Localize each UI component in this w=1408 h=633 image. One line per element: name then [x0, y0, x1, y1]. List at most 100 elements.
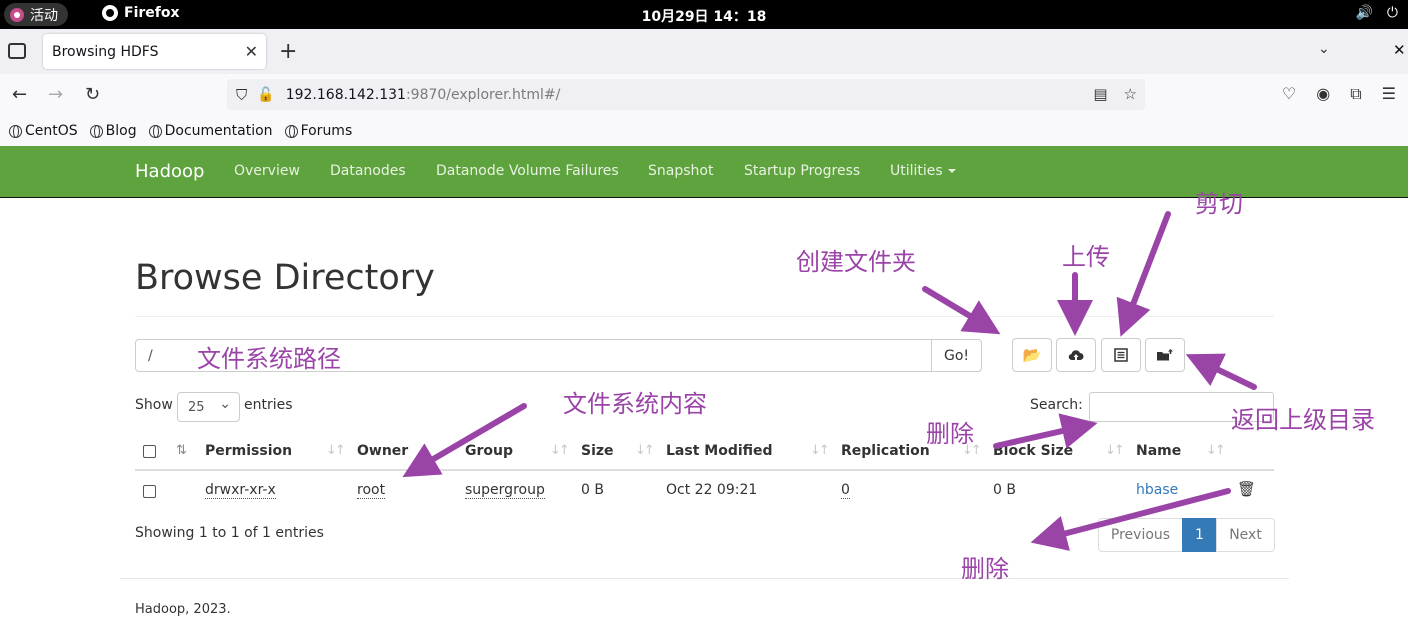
column-replication[interactable]: Replication: [841, 443, 930, 459]
globe-icon: [9, 124, 22, 138]
column-group[interactable]: Group: [465, 443, 513, 459]
cell-name-link[interactable]: hbase: [1136, 482, 1178, 498]
sort-icon[interactable]: ↓↑: [1206, 443, 1226, 458]
annotation-delete-top: 删除: [926, 420, 974, 448]
footer-text: Hadoop, 2023.: [135, 602, 231, 617]
arrow-create-folder: [922, 286, 1001, 335]
column-last-modified[interactable]: Last Modified: [666, 443, 773, 459]
column-size[interactable]: Size: [581, 443, 614, 459]
firefox-view-icon[interactable]: [8, 43, 26, 59]
annotation-create-folder: 创建文件夹: [796, 248, 916, 276]
nav-snapshot[interactable]: Snapshot: [648, 163, 713, 179]
cell-block-size: 0 B: [993, 482, 1016, 498]
pagination-page-1[interactable]: 1: [1182, 518, 1217, 552]
tab-title: Browsing HDFS: [52, 43, 159, 60]
insecure-lock-icon[interactable]: 🔓: [257, 87, 274, 103]
column-block-size[interactable]: Block Size: [993, 443, 1073, 459]
new-tab-icon[interactable]: +: [279, 39, 297, 64]
pagination-previous[interactable]: Previous: [1098, 518, 1183, 552]
entries-label: entries: [244, 397, 293, 413]
forward-icon[interactable]: →: [48, 84, 63, 105]
window-close-icon[interactable]: ✕: [1393, 41, 1406, 59]
nav-utilities-label: Utilities: [890, 163, 943, 179]
nav-datanodes[interactable]: Datanodes: [330, 163, 406, 179]
bookmark-documentation[interactable]: Documentation: [148, 123, 273, 139]
cell-replication[interactable]: 0: [841, 482, 850, 499]
account-icon[interactable]: ◉: [1316, 84, 1330, 104]
bookmark-label: Blog: [105, 123, 137, 139]
tab-close-icon[interactable]: ✕: [245, 42, 258, 61]
bookmark-label: Forums: [300, 123, 353, 139]
url-text[interactable]: 192.168.142.131:9870/explorer.html#/: [286, 87, 561, 103]
nav-overview[interactable]: Overview: [234, 163, 300, 179]
navigation-bar: ← → ↻ ⛉ 🔓 192.168.142.131:9870/explorer.…: [0, 74, 1408, 116]
cell-group[interactable]: supergroup: [465, 482, 545, 499]
bookmark-star-icon[interactable]: ☆: [1124, 85, 1137, 103]
globe-icon: [284, 124, 298, 138]
volume-icon[interactable]: 🔊: [1355, 5, 1372, 21]
column-permission[interactable]: Permission: [205, 443, 292, 459]
column-owner[interactable]: Owner: [357, 443, 408, 459]
system-clock[interactable]: 10月29日 14：18: [0, 6, 1408, 26]
back-icon[interactable]: ←: [12, 84, 27, 105]
list-tabs-chevron-icon[interactable]: ⌄: [1318, 41, 1330, 57]
power-icon[interactable]: ⏻: [1387, 5, 1398, 21]
annotation-upload: 上传: [1062, 243, 1110, 271]
globe-icon: [89, 124, 103, 138]
tab-browsing-hdfs[interactable]: Browsing HDFS ✕: [43, 34, 266, 69]
select-all-checkbox[interactable]: [143, 445, 156, 458]
reload-icon[interactable]: ↻: [85, 84, 100, 105]
sort-icon[interactable]: ↓↑: [635, 443, 655, 458]
sort-icon[interactable]: ↓↑: [810, 443, 830, 458]
table-info: Showing 1 to 1 of 1 entries: [135, 525, 324, 541]
bookmark-centos[interactable]: CentOS: [9, 123, 78, 139]
row-checkbox[interactable]: [143, 485, 156, 498]
parent-directory-button[interactable]: [1145, 338, 1185, 372]
folder-up-icon: [1157, 349, 1173, 361]
sort-icon[interactable]: ⇅: [176, 443, 187, 458]
nav-startup-progress[interactable]: Startup Progress: [744, 163, 860, 179]
system-top-bar: 活动 Firefox 10月29日 14：18 🔊 ⏻: [0, 0, 1408, 29]
url-host: 192.168.142.131: [285, 86, 406, 103]
nav-datanode-volume-failures[interactable]: Datanode Volume Failures: [436, 163, 619, 179]
annotation-cut: 剪切: [1195, 190, 1243, 218]
bookmark-blog[interactable]: Blog: [89, 123, 137, 139]
sort-icon[interactable]: ↓↑: [326, 443, 346, 458]
sort-icon[interactable]: ↓↑: [550, 443, 570, 458]
menu-icon[interactable]: ☰: [1382, 84, 1396, 104]
tab-strip: Browsing HDFS ✕ + ⌄ ✕: [0, 29, 1408, 74]
upload-button[interactable]: [1056, 338, 1096, 372]
pagination-next[interactable]: Next: [1216, 518, 1275, 552]
extensions-icon[interactable]: ⧉: [1350, 84, 1361, 104]
go-button[interactable]: Go!: [931, 339, 982, 372]
create-folder-button[interactable]: 📂: [1012, 338, 1052, 372]
url-bar[interactable]: ⛉ 🔓 192.168.142.131:9870/explorer.html#/…: [227, 79, 1145, 110]
show-label: Show: [135, 397, 173, 413]
annotation-path: 文件系统路径: [197, 345, 341, 373]
tracking-shield-icon[interactable]: ⛉: [236, 86, 247, 104]
cell-last-modified: Oct 22 09:21: [666, 482, 758, 498]
cell-size: 0 B: [581, 482, 604, 498]
arrow-cut: [1116, 211, 1171, 337]
cell-permission[interactable]: drwxr-xr-x: [205, 482, 276, 499]
system-tray[interactable]: 🔊 ⏻: [1355, 5, 1398, 21]
globe-icon: [148, 124, 162, 138]
hadoop-brand[interactable]: Hadoop: [135, 161, 204, 182]
cloud-upload-icon: [1068, 350, 1084, 361]
reader-view-icon[interactable]: ▤: [1093, 85, 1107, 103]
nav-utilities[interactable]: Utilities: [890, 163, 956, 179]
cell-owner[interactable]: root: [357, 482, 386, 499]
url-path: :9870/explorer.html#/: [405, 86, 561, 103]
entries-per-page-select[interactable]: 25: [177, 392, 240, 422]
trash-icon[interactable]: 🗑: [1237, 480, 1256, 498]
search-label: Search:: [1030, 397, 1083, 413]
bookmark-forums[interactable]: Forums: [284, 123, 353, 139]
annotation-parent-dir: 返回上级目录: [1231, 406, 1375, 434]
folder-open-icon: 📂: [1022, 346, 1042, 364]
footer-divider: [120, 578, 1289, 579]
column-name[interactable]: Name: [1136, 443, 1181, 459]
pocket-icon[interactable]: ♡: [1282, 84, 1296, 104]
cut-button[interactable]: [1101, 338, 1141, 372]
title-divider: [135, 316, 1274, 317]
sort-icon[interactable]: ↓↑: [1105, 443, 1125, 458]
